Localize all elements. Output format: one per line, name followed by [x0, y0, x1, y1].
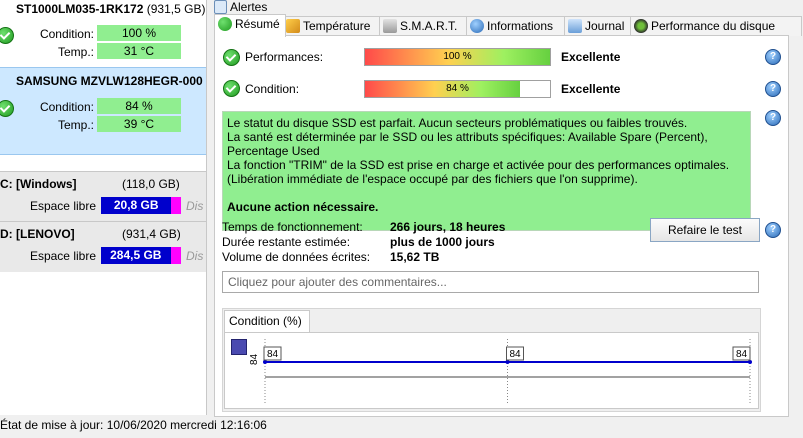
- volume-entry-d[interactable]: D: [LENOVO] (931,4 GB) Espace libre 284,…: [0, 221, 206, 272]
- tab-performance[interactable]: Performance du disque: [630, 16, 802, 36]
- info-icon: [470, 19, 484, 33]
- remaining-value: plus de 1000 jours: [390, 235, 495, 249]
- free-space-bar: 20,8 GB: [101, 197, 181, 214]
- disk-temp-row: Temp.: 31 °C: [0, 43, 206, 61]
- disk-temp-row: Temp.: 39 °C: [0, 116, 206, 134]
- status-line: Le statut du disque SSD est parfait. Auc…: [227, 116, 688, 130]
- disk-entry-selected[interactable]: SAMSUNG MZVLW128HEGR-000 Condition: 84 %…: [0, 67, 206, 155]
- summary-panel: Performances: 100 % Excellente ? Conditi…: [214, 35, 789, 417]
- status-line: La fonction "TRIM" de la SSD est prise e…: [227, 158, 730, 172]
- status-text-box: Le statut du disque SSD est parfait. Auc…: [222, 111, 751, 231]
- condition-chart-svg: 84 84 84 84: [249, 339, 752, 403]
- performances-label: Performances:: [245, 50, 324, 64]
- free-space-value: 20,8 GB: [101, 197, 172, 214]
- condition-label: Condition:: [39, 27, 94, 41]
- volume-entry-c[interactable]: C: [Windows] (118,0 GB) Espace libre 20,…: [0, 171, 206, 222]
- alertes-link[interactable]: Alertes: [214, 0, 267, 14]
- disk-condition-row: Condition: 100 %: [0, 25, 206, 44]
- help-icon[interactable]: ?: [765, 110, 781, 126]
- disk-header-1[interactable]: ST1000LM035-1RK172 (931,5 GB): [16, 2, 206, 16]
- tab-temperature[interactable]: Température: [282, 16, 383, 36]
- performances-value: 100 %: [443, 51, 472, 62]
- written-value: 15,62 TB: [390, 250, 440, 264]
- status-line: (Libération immédiate de l'espace occupé…: [227, 172, 638, 186]
- action-text: Aucune action nécessaire.: [227, 200, 379, 214]
- alert-page-icon: [214, 0, 227, 14]
- volume-name: D: [LENOVO]: [0, 227, 75, 241]
- tab-resume[interactable]: Résumé: [214, 14, 286, 37]
- retest-button[interactable]: Refaire le test: [650, 218, 760, 242]
- chart-data-point: [263, 360, 267, 364]
- free-space-label: Espace libre: [29, 199, 96, 213]
- thermometer-icon: [286, 19, 300, 33]
- tab-label: Température: [303, 19, 371, 33]
- condition-rating: Excellente: [561, 82, 621, 96]
- disk-list-pane[interactable]: ST1000LM035-1RK172 (931,5 GB) Condition:…: [0, 0, 207, 415]
- temp-value: 39 °C: [97, 116, 181, 132]
- alertes-label: Alertes: [230, 0, 268, 14]
- tab-label: Résumé: [235, 17, 280, 31]
- condition-chart: 84 84 84 84: [224, 332, 759, 409]
- condition-chart-frame: Condition (%) 84 84 84 84: [222, 308, 761, 412]
- uptime-value: 266 jours, 18 heures: [390, 220, 506, 234]
- chart-data-label: 84: [736, 349, 748, 360]
- performance-icon: [634, 19, 648, 33]
- temp-label: Temp.:: [57, 118, 94, 132]
- help-icon[interactable]: ?: [765, 222, 781, 238]
- volume-trail: Dis: [186, 199, 204, 213]
- temp-label: Temp.:: [57, 45, 94, 59]
- volume-size: (118,0 GB): [122, 177, 180, 191]
- tab-bar: Résumé Température S.M.A.R.T. Informatio…: [214, 14, 803, 37]
- chart-data-label: 84: [267, 349, 279, 360]
- volume-trail: Dis: [186, 249, 204, 263]
- free-space-value: 284,5 GB: [101, 247, 171, 264]
- condition-value: 100 %: [97, 25, 181, 41]
- volume-name: C: [Windows]: [0, 177, 77, 191]
- chart-y-tick-label: 84: [249, 353, 260, 365]
- ok-check-icon: [0, 100, 14, 117]
- tab-journal[interactable]: Journal: [564, 16, 634, 36]
- disk-name: ST1000LM035-1RK172: [16, 2, 144, 16]
- disk-icon: [383, 19, 397, 33]
- condition-label: Condition:: [39, 100, 94, 114]
- disk-name: SAMSUNG MZVLW128HEGR-000: [16, 74, 203, 88]
- help-icon[interactable]: ?: [765, 49, 781, 65]
- disk-size: (931,5 GB): [146, 2, 206, 16]
- comments-input[interactable]: Cliquez pour ajouter des commentaires...: [222, 271, 759, 293]
- chart-tab-condition[interactable]: Condition (%): [224, 310, 310, 332]
- performances-rating: Excellente: [561, 50, 621, 64]
- condition-bar: 84 %: [364, 80, 551, 98]
- condition-value: 84 %: [446, 83, 469, 94]
- tab-informations[interactable]: Informations: [466, 16, 568, 36]
- chart-data-point: [748, 360, 752, 364]
- disk-header-2[interactable]: SAMSUNG MZVLW128HEGR-000: [16, 74, 206, 88]
- remaining-label: Durée restante estimée:: [222, 235, 351, 249]
- free-space-bar: 284,5 GB: [101, 247, 181, 264]
- written-label: Volume de données écrites:: [222, 250, 371, 264]
- volume-size: (931,4 GB): [122, 227, 181, 241]
- status-line: La santé est déterminée par le SSD ou le…: [227, 130, 708, 158]
- ok-check-icon: [223, 80, 240, 97]
- ok-check-icon: [223, 49, 240, 66]
- condition-label: Condition:: [245, 82, 300, 96]
- chart-data-point: [505, 360, 510, 364]
- journal-icon: [568, 19, 582, 33]
- ok-check-icon: [0, 27, 14, 44]
- help-icon[interactable]: ?: [765, 81, 781, 97]
- tab-label: S.M.A.R.T.: [400, 19, 458, 33]
- disk-condition-row: Condition: 84 %: [0, 98, 206, 117]
- condition-value: 84 %: [97, 98, 181, 114]
- tab-label: Informations: [487, 19, 554, 33]
- performances-bar: 100 %: [364, 48, 551, 66]
- tab-smart[interactable]: S.M.A.R.T.: [379, 16, 470, 36]
- uptime-label: Temps de fonctionnement:: [222, 220, 363, 234]
- temp-value: 31 °C: [97, 43, 181, 59]
- tab-label: Performance du disque: [651, 19, 776, 33]
- tab-label: Journal: [585, 19, 625, 33]
- update-status-bar: État de mise à jour: 10/06/2020 mercredi…: [0, 418, 267, 432]
- free-space-label: Espace libre: [29, 249, 96, 263]
- green-check-icon: [218, 17, 232, 31]
- chart-data-label: 84: [510, 349, 522, 360]
